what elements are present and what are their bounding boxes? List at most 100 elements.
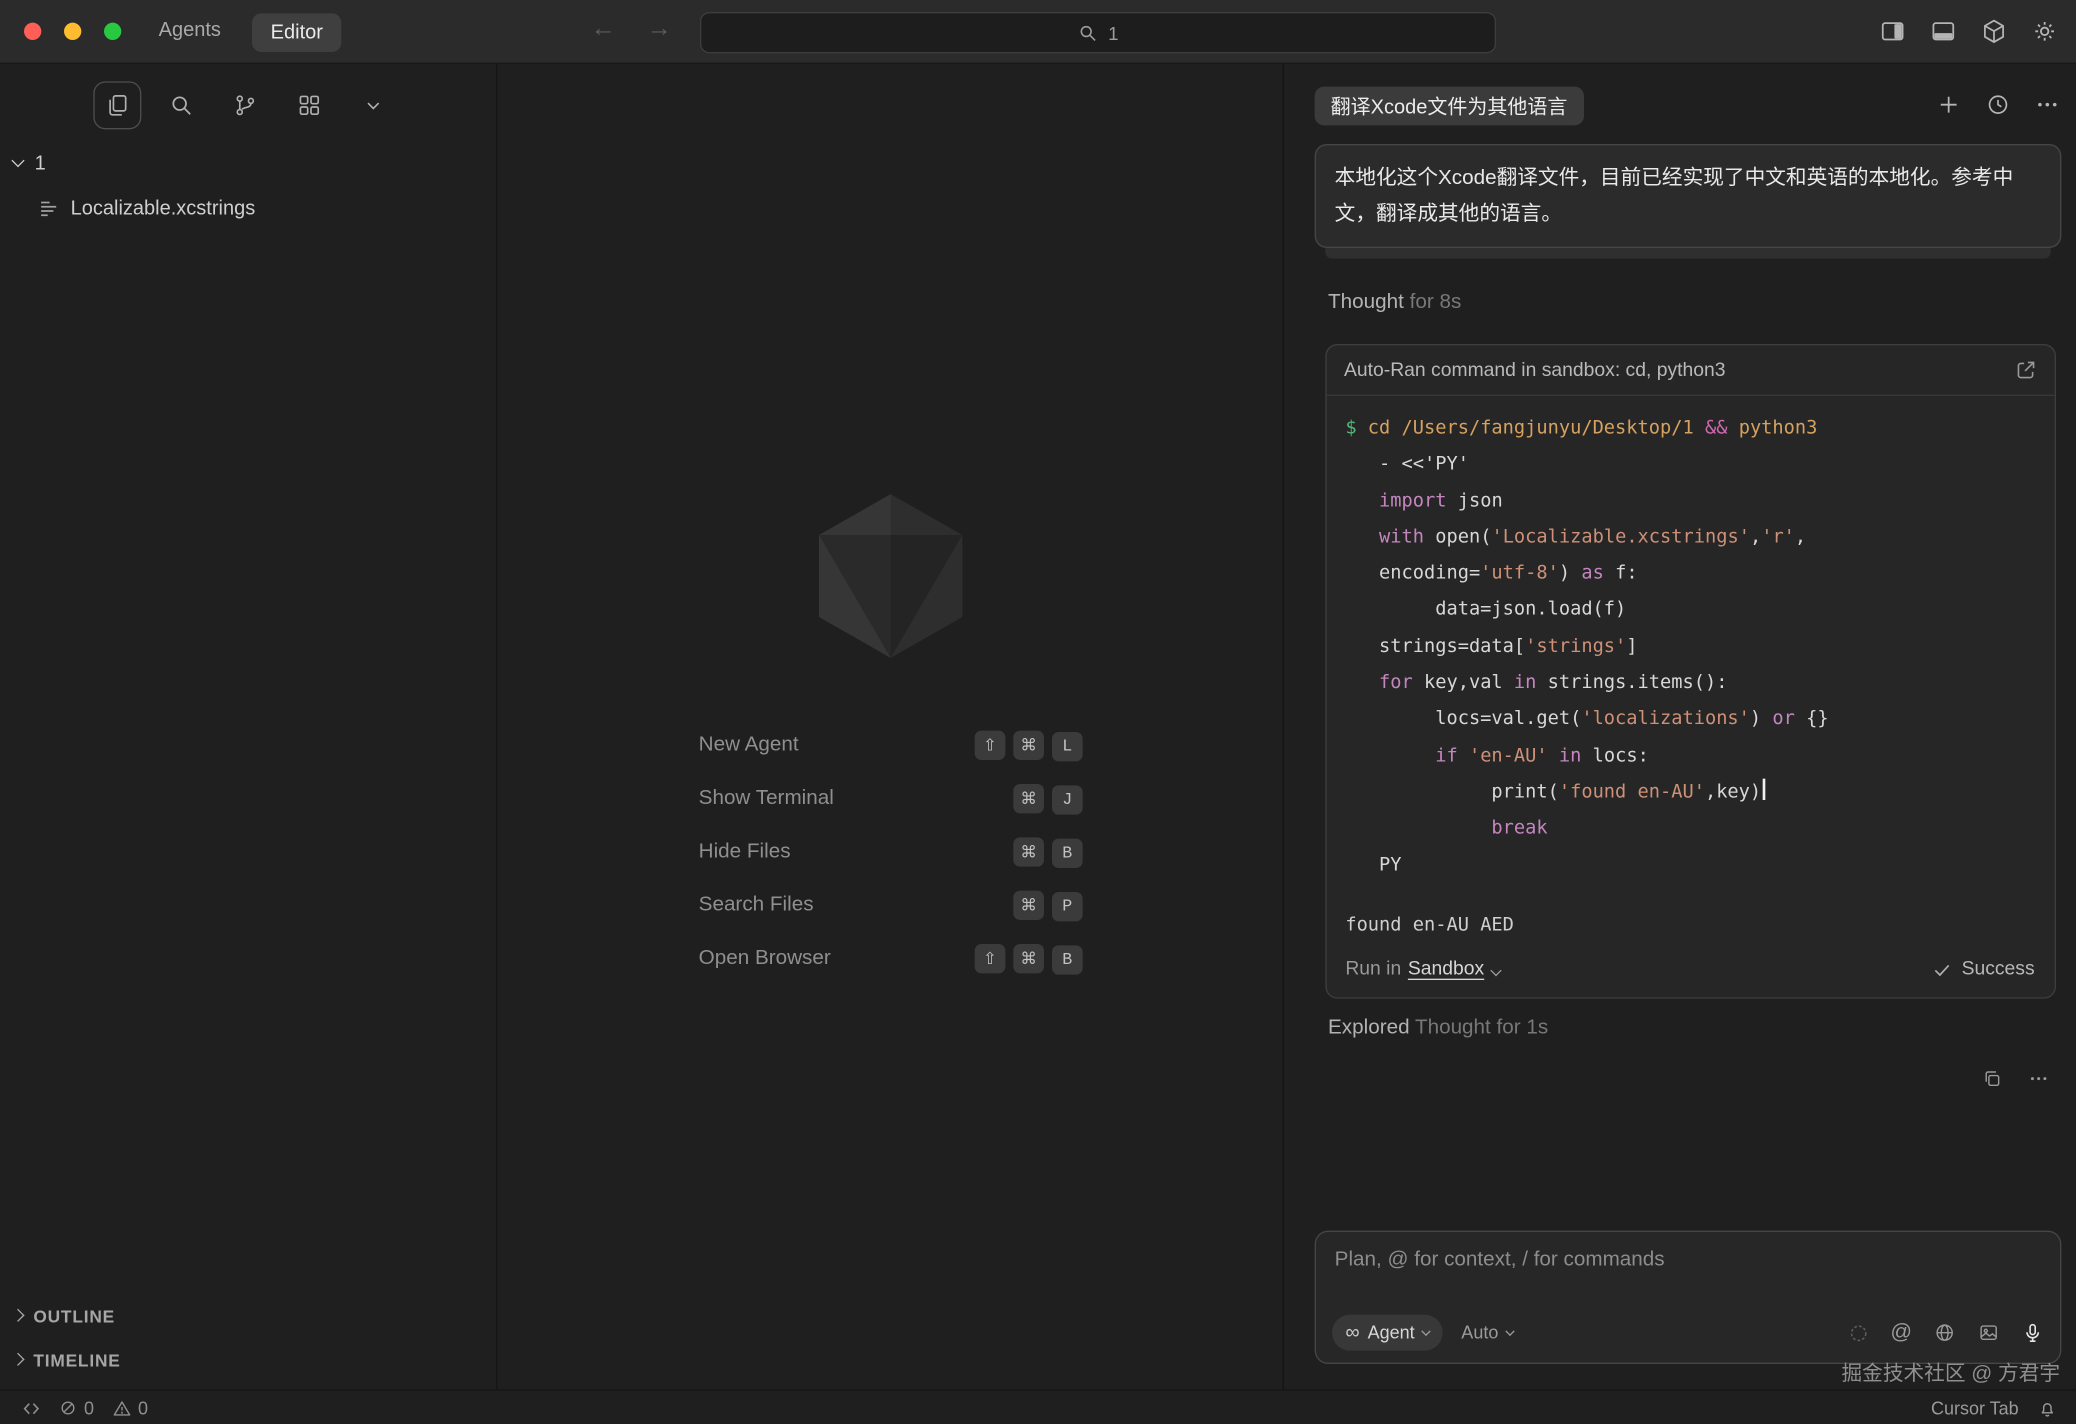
toggle-panel-icon[interactable] xyxy=(1929,17,1957,45)
explored-label: Explored xyxy=(1328,1016,1410,1039)
run-target-link[interactable]: Sandbox xyxy=(1408,959,1484,980)
microphone-icon[interactable] xyxy=(2021,1321,2044,1344)
copy-icon[interactable] xyxy=(1981,1068,2002,1089)
more-options-icon[interactable] xyxy=(2028,1068,2049,1089)
statusbar-right: Cursor Tab xyxy=(1931,1391,2057,1424)
shortcut-label: Show Terminal xyxy=(699,787,834,811)
forward-icon[interactable]: → xyxy=(647,15,672,44)
keycap: ⌘ xyxy=(1013,943,1044,972)
source-control-icon[interactable] xyxy=(221,81,269,129)
notifications-bell-icon[interactable] xyxy=(2037,1398,2057,1418)
problems-errors[interactable]: 0 xyxy=(59,1398,94,1418)
toggle-secondary-sidebar-icon[interactable] xyxy=(1879,17,1907,45)
zoom-window-button[interactable] xyxy=(104,23,121,40)
run-in-control[interactable]: Run inSandbox xyxy=(1345,959,1500,980)
activity-bar xyxy=(93,81,397,129)
shortcut-row[interactable]: New Agent⇧⌘L xyxy=(699,719,1083,772)
keycap: ⇧ xyxy=(975,943,1006,972)
check-icon xyxy=(1932,960,1952,980)
watermark-text: 掘金技术社区 @ 方君宇 xyxy=(1842,1357,2060,1386)
more-options-icon[interactable] xyxy=(2035,92,2060,117)
chevron-down-icon[interactable] xyxy=(349,81,397,129)
search-value: 1 xyxy=(1108,22,1118,43)
statusbar-left: 0 0 xyxy=(21,1391,148,1424)
command-search-field[interactable]: 1 xyxy=(700,12,1496,53)
chat-composer[interactable]: Plan, @ for context, / for commands ∞ Ag… xyxy=(1315,1231,2062,1364)
code-line: strings=data['strings'] xyxy=(1345,629,2036,665)
code-line: encoding='utf-8') as f: xyxy=(1345,556,2036,592)
outline-section-header[interactable]: OUTLINE xyxy=(13,1307,115,1327)
error-circle-icon xyxy=(59,1399,78,1418)
remote-indicator-icon[interactable] xyxy=(21,1398,41,1418)
extensions-icon[interactable] xyxy=(285,81,333,129)
timeline-section-header[interactable]: TIMELINE xyxy=(13,1351,120,1371)
warning-count: 0 xyxy=(138,1398,148,1418)
keycap: ⌘ xyxy=(1013,783,1044,812)
attach-image-icon[interactable] xyxy=(1977,1321,2000,1344)
command-card-footer: Run inSandbox Success xyxy=(1327,947,2055,998)
code-line: with open('Localizable.xcstrings','r', xyxy=(1345,520,2036,556)
shortcut-row[interactable]: Search Files⌘P xyxy=(699,879,1083,932)
shortcut-keys: ⇧⌘L xyxy=(967,730,1083,761)
titlebar-actions xyxy=(1879,17,2059,45)
tree-root-folder[interactable]: 1 xyxy=(13,147,45,179)
shortcut-row[interactable]: Hide Files⌘B xyxy=(699,825,1083,878)
close-window-button[interactable] xyxy=(24,23,41,40)
code-line: - <<'PY' xyxy=(1345,447,2036,483)
outline-label: OUTLINE xyxy=(33,1307,115,1327)
cursor-tab-toggle[interactable]: Cursor Tab xyxy=(1931,1398,2019,1418)
chevron-down-icon xyxy=(1491,965,1502,976)
new-chat-plus-icon[interactable] xyxy=(1936,92,1961,117)
agent-mode-selector[interactable]: ∞ Agent xyxy=(1332,1315,1443,1351)
keycap: B xyxy=(1052,945,1083,974)
chevron-right-icon xyxy=(11,1352,24,1365)
explorer-files-icon[interactable] xyxy=(93,81,141,129)
explored-summary[interactable]: Explored Thought for 1s xyxy=(1328,1016,1548,1040)
context-ring-icon[interactable] xyxy=(1848,1322,1869,1343)
chat-panel: 翻译Xcode文件为其他语言 本地化这个Xcode翻译文件，目前已经实现了中文和… xyxy=(1283,64,2076,1389)
agents-menu[interactable]: Agents xyxy=(159,19,221,42)
back-icon[interactable]: ← xyxy=(591,15,616,44)
cursor-window: Agents Editor ← → 1 xyxy=(0,0,2076,1424)
user-message-bubble[interactable]: 本地化这个Xcode翻译文件，目前已经实现了中文和英语的本地化。参考中文，翻译成… xyxy=(1315,144,2062,248)
shortcut-list: New Agent⇧⌘LShow Terminal⌘JHide Files⌘BS… xyxy=(699,719,1083,986)
shortcut-keys: ⌘B xyxy=(1005,837,1082,868)
chevron-down-icon xyxy=(11,154,24,167)
file-label: Localizable.xcstrings xyxy=(71,197,256,220)
code-line: if 'en-AU' in locs: xyxy=(1345,738,2036,774)
composer-placeholder: Plan, @ for context, / for commands xyxy=(1335,1248,2042,1272)
shortcut-label: Search Files xyxy=(699,893,814,917)
model-selector[interactable]: Auto xyxy=(1461,1323,1513,1343)
code-line: for key,val in strings.items(): xyxy=(1345,665,2036,701)
keycap: L xyxy=(1052,731,1083,760)
infinity-icon: ∞ xyxy=(1345,1321,1359,1344)
code-block[interactable]: $ cd /Users/fangjunyu/Desktop/1 && pytho… xyxy=(1327,396,2055,886)
tree-file-localizable[interactable]: Localizable.xcstrings xyxy=(37,192,255,224)
minimize-window-button[interactable] xyxy=(64,23,81,40)
mention-at-icon[interactable]: @ xyxy=(1890,1321,1912,1345)
shortcut-row[interactable]: Open Browser⇧⌘B xyxy=(699,932,1083,985)
history-clock-icon[interactable] xyxy=(1985,92,2010,117)
problems-warnings[interactable]: 0 xyxy=(111,1398,148,1418)
warning-triangle-icon xyxy=(111,1398,131,1418)
message-actions xyxy=(1981,1068,2049,1089)
chat-header-actions xyxy=(1936,92,2060,117)
search-sidebar-icon[interactable] xyxy=(157,81,205,129)
web-globe-icon[interactable] xyxy=(1933,1321,1956,1344)
shortcut-row[interactable]: Show Terminal⌘J xyxy=(699,772,1083,825)
cursor-logo xyxy=(805,491,976,662)
cube-extension-icon[interactable] xyxy=(1980,17,2008,45)
code-line: $ cd /Users/fangjunyu/Desktop/1 && pytho… xyxy=(1345,411,2036,447)
settings-gear-icon[interactable] xyxy=(2031,17,2059,45)
window-controls xyxy=(24,23,121,40)
status-label: Success xyxy=(1962,959,2035,980)
tab-editor[interactable]: Editor xyxy=(252,13,342,52)
chevron-down-icon xyxy=(1421,1326,1430,1335)
search-icon xyxy=(1077,22,1098,43)
titlebar: Agents Editor ← → 1 xyxy=(0,0,2076,64)
chat-title-chip[interactable]: 翻译Xcode文件为其他语言 xyxy=(1315,87,1584,126)
open-external-icon[interactable] xyxy=(2015,359,2038,382)
composer-action-icons: @ xyxy=(1848,1321,2044,1345)
explored-duration: Thought for 1s xyxy=(1415,1016,1548,1039)
thought-summary[interactable]: Thought for 8s xyxy=(1328,291,1461,315)
